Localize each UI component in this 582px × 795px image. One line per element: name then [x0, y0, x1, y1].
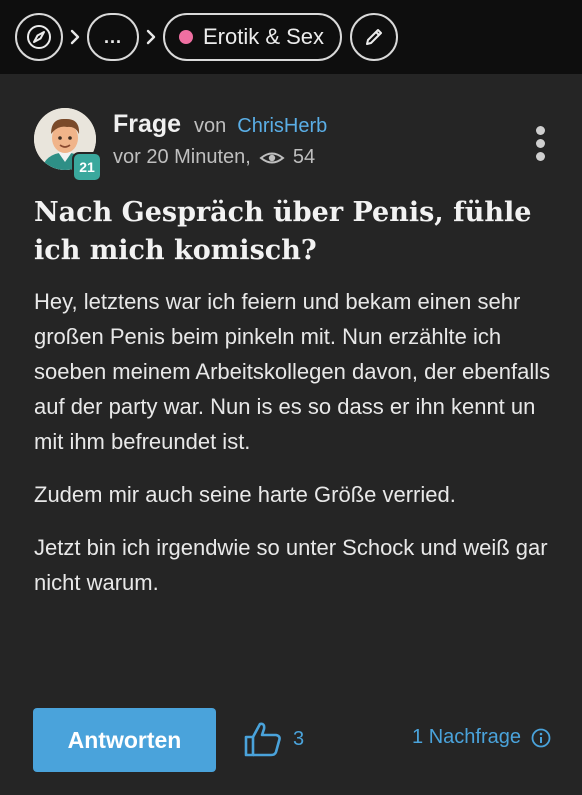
nachfrage-label: 1 Nachfrage: [412, 726, 521, 748]
question-actions: Antworten 3 1 Nachfrage: [33, 708, 553, 772]
view-count: 54: [292, 146, 316, 168]
category-dot-icon: [179, 30, 193, 44]
question-title: Nach Gespräch über Penis, fühle ich mich…: [34, 197, 532, 266]
level-badge: 21: [72, 152, 102, 182]
more-options-icon[interactable]: [536, 126, 546, 164]
like-button[interactable]: 3: [243, 720, 304, 758]
timestamp: vor 20 Minuten,: [113, 146, 251, 168]
breadcrumb: ... Erotik & Sex: [0, 0, 582, 74]
question-type-label: Frage: [113, 110, 182, 138]
eye-icon: [259, 152, 285, 163]
answer-button[interactable]: Antworten: [33, 708, 216, 772]
author-link[interactable]: ChrisHerb: [237, 115, 327, 137]
nachfrage-link[interactable]: 1 Nachfrage: [412, 726, 551, 749]
compass-icon: [27, 25, 51, 49]
explore-button[interactable]: [15, 13, 63, 61]
question-paragraph: Zudem mir auch seine harte Größe verried…: [34, 482, 456, 507]
category-chip[interactable]: Erotik & Sex: [163, 13, 343, 61]
thumbs-up-icon: [244, 722, 281, 757]
info-icon: [531, 728, 551, 747]
question-body: Hey, letztens war ich feiern und bekam e…: [34, 284, 554, 618]
question-card: 21 Frage von ChrisHerb vor 20 Minuten, 5…: [0, 74, 582, 795]
more-label: ...: [103, 26, 122, 47]
category-label: Erotik & Sex: [203, 24, 325, 49]
breadcrumb-more-button[interactable]: ...: [87, 13, 139, 61]
like-count: 3: [293, 727, 305, 750]
question-paragraph: Jetzt bin ich irgendwie so unter Schock …: [34, 535, 548, 595]
von-label: von: [194, 115, 227, 137]
chevron-right-icon: [63, 28, 87, 46]
chevron-right-icon: [139, 28, 163, 46]
pencil-icon: [366, 29, 383, 45]
question-byline: Frage von ChrisHerb: [113, 110, 327, 139]
question-meta: vor 20 Minuten, 54: [113, 146, 315, 169]
question-paragraph: Hey, letztens war ich feiern und bekam e…: [34, 289, 551, 454]
edit-button[interactable]: [350, 13, 399, 61]
question-header: 21 Frage von ChrisHerb vor 20 Minuten, 5…: [34, 108, 562, 182]
